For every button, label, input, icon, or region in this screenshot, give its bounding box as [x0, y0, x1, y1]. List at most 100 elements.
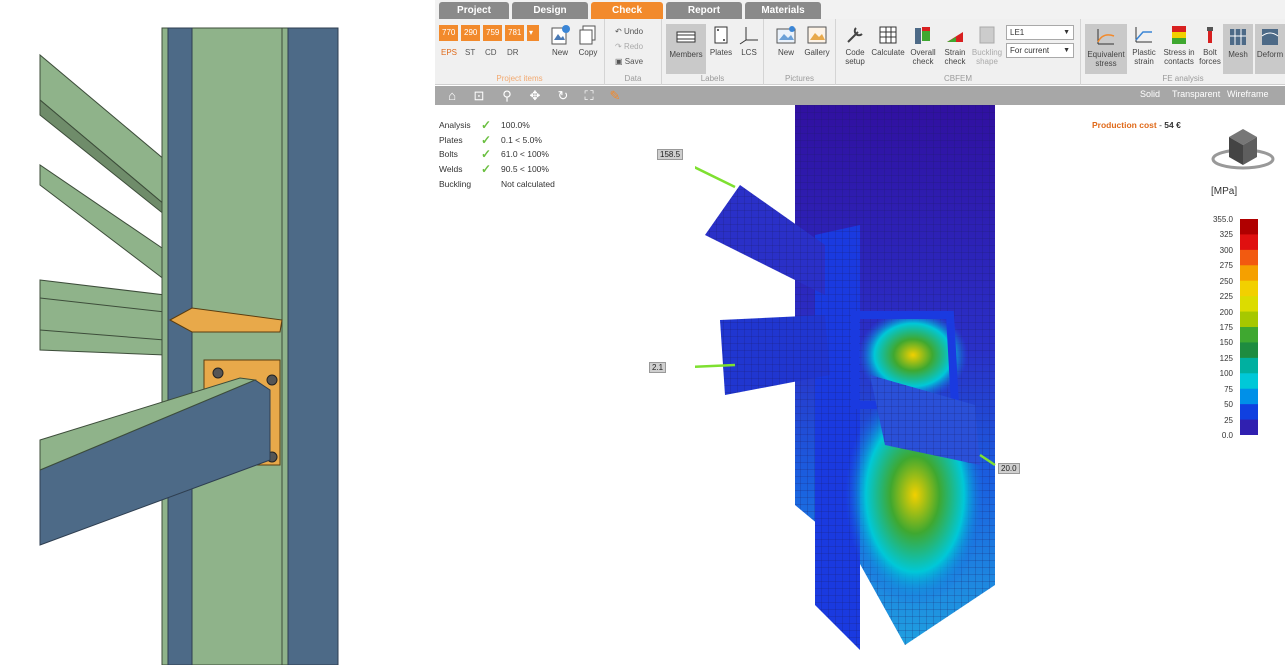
column-flange-right-face — [287, 27, 339, 665]
strain-check-button[interactable]: Strain check — [940, 24, 970, 66]
buckling-shape-icon — [979, 26, 995, 44]
result-label: Plates — [439, 135, 463, 145]
horizontal-beam — [39, 279, 166, 356]
undo-label: Undo — [623, 27, 644, 36]
check-cd-label: CD — [485, 48, 497, 57]
paint-icon[interactable]: ✎ — [607, 88, 623, 103]
legend-tick-label: 225 — [1219, 292, 1233, 302]
fit-view-icon[interactable]: ⛶ — [581, 88, 597, 103]
view-mode-solid[interactable]: Solid — [1140, 89, 1160, 99]
calculate-button[interactable]: Calculate — [870, 24, 906, 57]
tab-check[interactable]: Check — [591, 2, 663, 19]
redo-button[interactable]: ↷ Redo — [615, 40, 643, 54]
legend-color-band — [1240, 373, 1258, 390]
scope-select[interactable]: For current ▼ — [1006, 43, 1074, 58]
tab-design[interactable]: Design — [512, 2, 588, 19]
legend-color-band — [1240, 280, 1258, 297]
redo-label: Redo — [623, 42, 644, 51]
check-eps-label: EPS — [441, 48, 458, 57]
status-cd-value[interactable]: 759 — [483, 25, 503, 41]
status-st-value[interactable]: 290 — [461, 25, 481, 41]
equivalent-stress-button[interactable]: Equivalent stress — [1085, 24, 1127, 74]
view-mode-wireframe[interactable]: Wireframe — [1227, 89, 1269, 99]
pictures-gallery-label: Gallery — [804, 48, 830, 57]
pictures-new-label: New — [777, 48, 794, 57]
zoom-window-icon[interactable]: ⊡ — [471, 88, 487, 103]
code-setup-button[interactable]: Code setup — [840, 24, 870, 66]
lcs-axes-icon — [739, 27, 758, 45]
result-label: Bolts — [439, 149, 458, 159]
check-icon: ✓ — [481, 162, 492, 176]
plastic-strain-button[interactable]: Plastic strain — [1129, 24, 1159, 66]
wrench-icon — [847, 27, 863, 43]
zoom-icon[interactable]: ⚲ — [499, 88, 515, 103]
calculate-label: Calculate — [871, 48, 905, 57]
save-button[interactable]: ▣ Save — [615, 55, 643, 69]
bolt-icon — [1207, 27, 1213, 43]
group-pictures: New Gallery Pictures — [764, 19, 836, 85]
view-mode-transparent[interactable]: Transparent — [1172, 89, 1220, 99]
result-value: 100.0% — [501, 120, 530, 130]
plates-icon — [714, 26, 728, 44]
plastic-strain-icon — [1135, 27, 1152, 43]
tab-materials[interactable]: Materials — [745, 2, 821, 19]
ribbon-panel: 770 290 759 781 ▾ EPS ST CD DR New Copy … — [435, 19, 1285, 85]
copy-icon — [579, 25, 596, 45]
load-case-select[interactable]: LE1 ▼ — [1006, 25, 1074, 40]
bolt-forces-button[interactable]: Bolt forces — [1197, 24, 1223, 66]
stress-in-contacts-button[interactable]: Stress in contacts — [1161, 24, 1197, 66]
rotate-icon[interactable]: ↻ — [555, 88, 571, 103]
code-setup-label: Code setup — [845, 48, 865, 66]
fe-viewport[interactable]: Analysis ✓ 100.0% Plates ✓ 0.1 < 5.0% Bo… — [435, 105, 1285, 665]
labels-members-button[interactable]: Members — [666, 24, 706, 74]
status-eps-value[interactable]: 770 — [439, 25, 459, 41]
labels-lcs-button[interactable]: LCS — [736, 24, 762, 57]
status-dr-value[interactable]: 781 — [505, 25, 525, 41]
new-item-icon — [551, 25, 570, 45]
bolt — [212, 367, 224, 379]
legend-color-band — [1240, 357, 1258, 374]
new-item-button[interactable]: New — [547, 24, 573, 57]
legend-tick-label: 150 — [1219, 338, 1233, 348]
check-icon: ✓ — [481, 147, 492, 161]
result-analysis-row: Analysis ✓ 100.0% — [439, 118, 599, 132]
column-web — [191, 27, 283, 665]
result-buckling-row: Buckling Not calculated — [439, 177, 599, 191]
pictures-gallery-button[interactable]: Gallery — [802, 24, 832, 57]
group-label-pictures: Pictures — [785, 74, 814, 83]
production-cost-separator: - — [1159, 120, 1162, 130]
status-dropdown-icon[interactable]: ▾ — [527, 25, 539, 41]
mesh-button[interactable]: Mesh — [1223, 24, 1253, 74]
overall-check-button[interactable]: Overall check — [906, 24, 940, 66]
buckling-shape-button[interactable]: Buckling shape — [970, 24, 1004, 66]
plastic-strain-label: Plastic strain — [1132, 48, 1156, 66]
scope-value: For current — [1010, 46, 1050, 55]
undo-button[interactable]: ↶ Undo — [615, 25, 643, 39]
tab-report[interactable]: Report — [666, 2, 742, 19]
tab-project[interactable]: Project — [439, 2, 509, 19]
result-bolts-row: Bolts ✓ 61.0 < 100% — [439, 147, 599, 161]
labels-plates-button[interactable]: Plates — [708, 24, 734, 57]
group-label-data: Data — [624, 74, 642, 83]
group-label-cbfem: CBFEM — [944, 74, 972, 83]
legend-tick-label: 0.0 — [1221, 431, 1233, 440]
legend-tick-label: 175 — [1219, 323, 1233, 332]
copy-item-button[interactable]: Copy — [575, 24, 601, 57]
pan-icon[interactable]: ✥ — [527, 88, 543, 103]
group-label-project-items: Project items — [496, 74, 543, 83]
production-cost-label: Production cost — [1092, 120, 1157, 130]
mesh-label: Mesh — [1228, 50, 1248, 59]
view-cube-icon[interactable] — [1205, 123, 1275, 178]
deformed-button[interactable]: Deform — [1255, 24, 1285, 74]
check-dr-label: DR — [507, 48, 519, 57]
buckling-shape-label: Buckling shape — [971, 48, 1003, 66]
legend-color-band — [1240, 327, 1258, 343]
pictures-new-button[interactable]: New — [772, 24, 800, 57]
legend-tick-label: 25 — [1224, 415, 1233, 425]
fem-application-window: Project Design Check Report Materials 77… — [435, 0, 1285, 665]
production-cost-value: 54 € — [1164, 120, 1181, 130]
group-project-items: 770 290 759 781 ▾ EPS ST CD DR New Copy … — [435, 19, 605, 85]
result-value: 61.0 < 100% — [501, 149, 549, 159]
group-label-labels: Labels — [700, 74, 725, 83]
home-icon[interactable]: ⌂ — [444, 88, 460, 103]
